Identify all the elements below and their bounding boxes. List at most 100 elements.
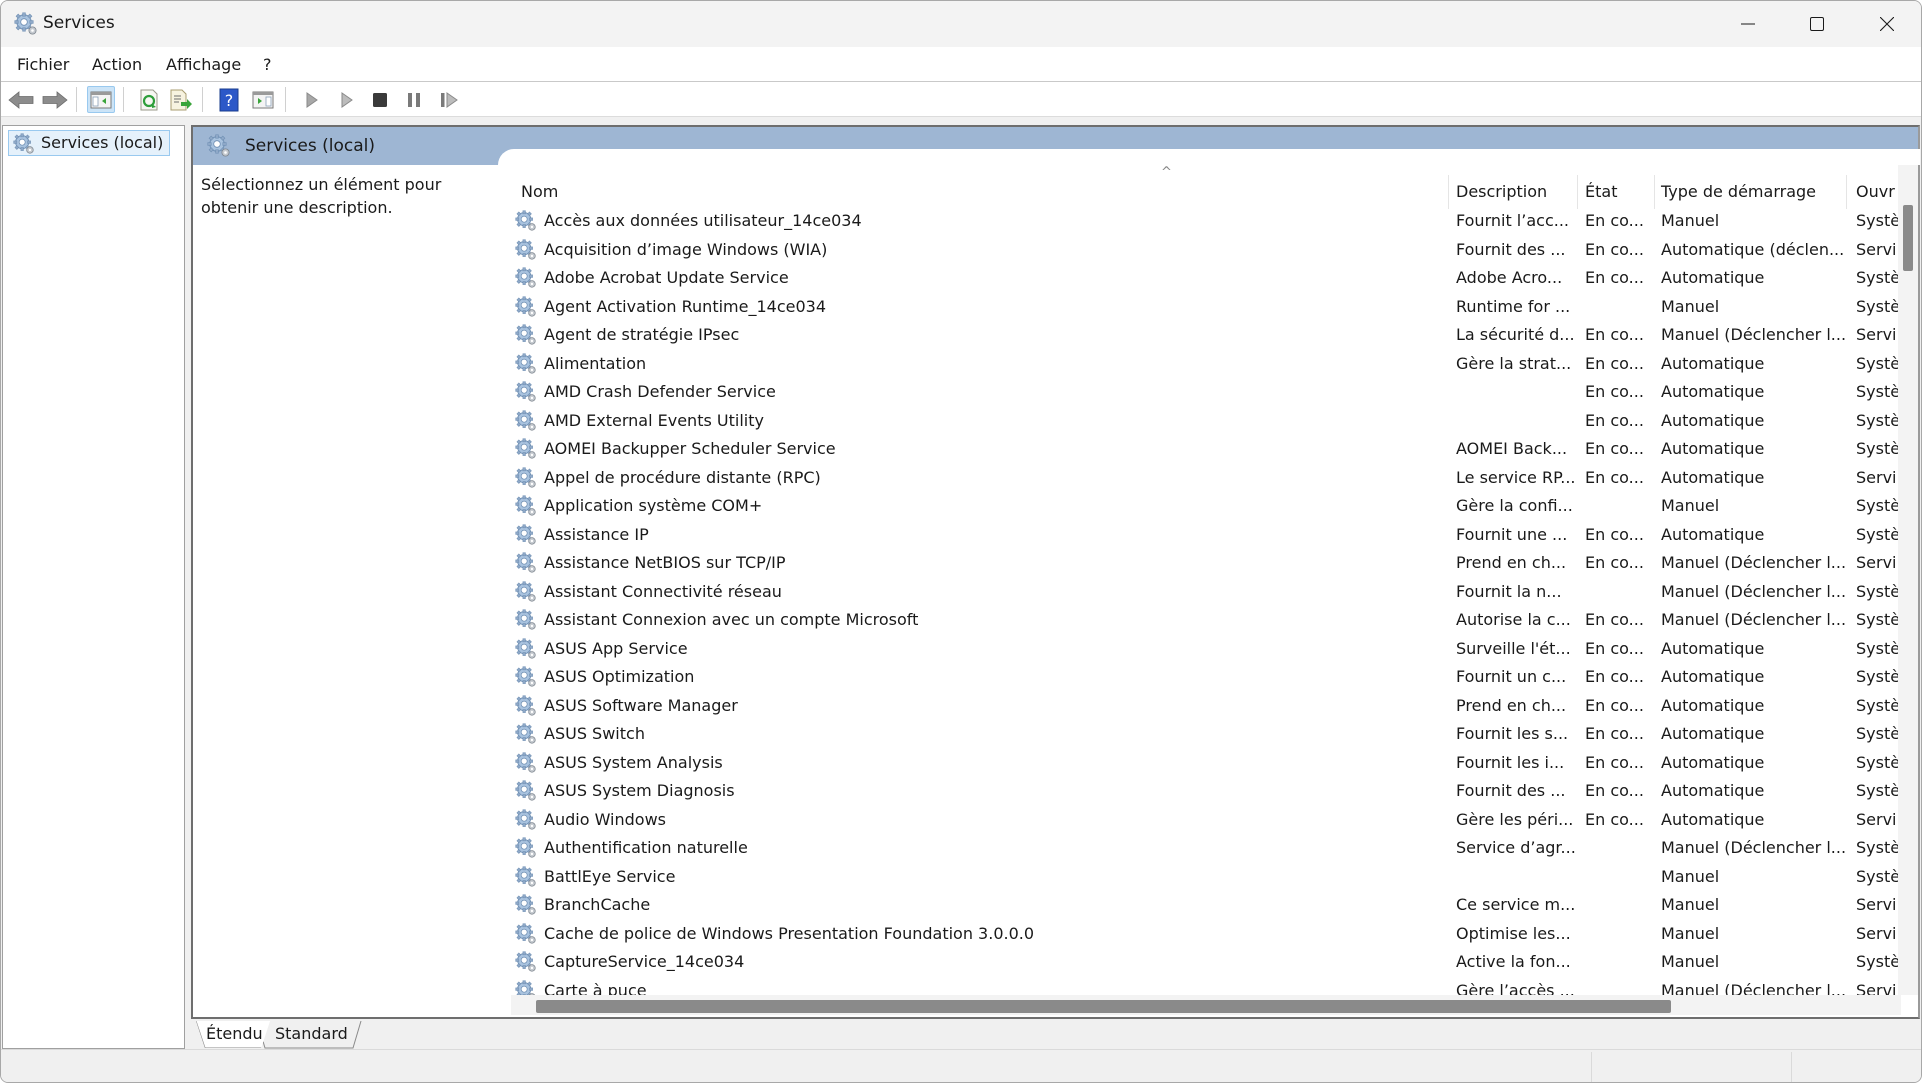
service-startup-type: Automatique [1661, 724, 1765, 743]
service-startup-type: Manuel (Déclencher l... [1661, 610, 1846, 629]
vertical-scroll-thumb[interactable] [1903, 205, 1913, 271]
service-name: Assistance IP [544, 524, 649, 544]
service-startup-type: Automatique [1661, 268, 1765, 287]
service-gear-icon [515, 410, 537, 432]
service-row[interactable]: ASUS Software Manager Prend en ch... En co… [511, 692, 1901, 721]
menu-help[interactable]: ? [263, 55, 272, 74]
start-service-alt-button[interactable] [333, 86, 361, 113]
service-gear-icon [515, 438, 537, 460]
service-state: En co... [1585, 752, 1644, 772]
service-name: Alimentation [544, 353, 647, 373]
vertical-scrollbar[interactable] [1898, 165, 1918, 995]
service-row[interactable]: BattlEye Service Manuel Systè [511, 863, 1901, 892]
start-service-button[interactable] [298, 86, 326, 113]
service-row[interactable]: Agent Activation Runtime_14ce034 Runtime … [511, 293, 1901, 322]
service-description: Gère la strat... [1456, 353, 1572, 373]
service-row[interactable]: Agent de stratégie IPsec La sécurité d...… [511, 321, 1901, 350]
description-area: Sélectionnez un élément pour obtenir une… [201, 175, 442, 217]
service-row[interactable]: Assistant Connexion avec un compte Micro… [511, 606, 1901, 635]
service-row[interactable]: Acquisition d’image Windows (WIA) Fournit… [511, 236, 1901, 265]
tree-item-services-local[interactable]: Services (local) [8, 130, 171, 156]
service-gear-icon [515, 581, 537, 603]
minimize-icon [1741, 23, 1755, 25]
service-row[interactable]: Cache de police de Windows Presentation … [511, 920, 1901, 949]
service-row[interactable]: Assistance NetBIOS sur TCP/IP Prend en ch… [511, 549, 1901, 578]
service-startup-type: Manuel [1661, 296, 1720, 316]
menu-affichage[interactable]: Affichage [166, 55, 241, 74]
service-logon-as: Systè [1856, 752, 1898, 772]
console-tree-button[interactable] [87, 86, 115, 113]
service-startup-type: Manuel [1661, 866, 1720, 886]
service-row[interactable]: Appel de procédure distante (RPC) Le serv… [511, 464, 1901, 493]
service-startup-type: Manuel (Déclencher l... [1661, 553, 1846, 572]
restart-icon [441, 91, 458, 108]
service-row[interactable]: Assistance IP Fournit une ... En co... Auto… [511, 521, 1901, 550]
service-row[interactable]: CaptureService_14ce034 Active la fon... Ma… [511, 948, 1901, 977]
tab-etendu[interactable]: Étendu [196, 1021, 270, 1048]
stop-service-button[interactable] [366, 86, 394, 113]
action-pane-button[interactable] [249, 86, 277, 113]
console-tree-icon [90, 91, 112, 108]
service-logon-as: Systè [1856, 496, 1898, 515]
service-row[interactable]: Authentification naturelle Service d’agr.… [511, 834, 1901, 863]
service-row[interactable]: Carte à puce Gère l’accès ... Manuel (Décl… [511, 977, 1901, 996]
maximize-button[interactable] [1782, 1, 1852, 47]
service-state: En co... [1585, 410, 1644, 430]
column-header-etat[interactable]: État [1585, 177, 1617, 207]
tab-standard[interactable]: Standard [257, 1021, 362, 1049]
svg-text:?: ? [225, 91, 234, 110]
close-icon [1880, 17, 1894, 31]
service-row[interactable]: ASUS Optimization Fournit un c... En co...… [511, 663, 1901, 692]
service-startup-type: Manuel [1661, 952, 1720, 971]
service-name: AOMEI Backupper Scheduler Service [544, 439, 836, 458]
menu-fichier[interactable]: Fichier [17, 55, 69, 74]
service-row[interactable]: Accès aux données utilisateur_14ce034 Fou… [511, 207, 1901, 236]
service-gear-icon [515, 210, 537, 232]
service-row[interactable]: BranchCache Ce service m... Manuel Servi [511, 891, 1901, 920]
column-header-description[interactable]: Description [1456, 177, 1547, 207]
service-name: AMD External Events Utility [544, 410, 764, 430]
minimize-button[interactable] [1713, 1, 1783, 47]
column-header-nom[interactable]: Nom [521, 177, 558, 207]
service-logon-as: Servi [1856, 553, 1897, 572]
service-row[interactable]: Audio Windows Gère les péri... En co... Aut… [511, 806, 1901, 835]
service-logon-as: Servi [1856, 980, 1897, 996]
service-row[interactable]: ASUS System Diagnosis Fournit des ... En c… [511, 777, 1901, 806]
service-row[interactable]: ASUS App Service Surveille l'ét... En co..… [511, 635, 1901, 664]
status-bar [1, 1049, 1921, 1082]
help-button[interactable]: ? [215, 86, 243, 113]
menu-action[interactable]: Action [92, 55, 142, 74]
service-name: Application système COM+ [544, 496, 763, 515]
column-header-ouvrir-session[interactable]: Ouvr [1856, 177, 1895, 207]
service-logon-as: Systè [1856, 410, 1898, 430]
service-logon-as: Systè [1856, 695, 1898, 715]
export-list-button[interactable] [167, 86, 195, 113]
service-row[interactable]: ASUS System Analysis Fournit les i... En c… [511, 749, 1901, 778]
toolbar-separator [285, 87, 286, 112]
service-row[interactable]: AOMEI Backupper Scheduler Service AOMEI B… [511, 435, 1901, 464]
restart-service-button[interactable] [435, 86, 463, 113]
forward-button[interactable] [41, 86, 69, 113]
service-row[interactable]: Adobe Acrobat Update Service Adobe Acro..… [511, 264, 1901, 293]
service-description: AOMEI Back... [1456, 439, 1568, 458]
pause-service-button[interactable] [400, 86, 428, 113]
column-separator [1448, 175, 1449, 209]
column-separator [1654, 175, 1655, 209]
service-row[interactable]: AMD External Events Utility En co... Autom… [511, 407, 1901, 436]
service-row[interactable]: Assistant Connectivité réseau Fournit la … [511, 578, 1901, 607]
service-gear-icon [515, 894, 537, 916]
service-row[interactable]: Alimentation Gère la strat... En co... Auto… [511, 350, 1901, 379]
service-gear-icon [515, 296, 537, 318]
service-row[interactable]: ASUS Switch Fournit les s... En co... Autom… [511, 720, 1901, 749]
back-button[interactable] [7, 86, 35, 113]
horizontal-scrollbar[interactable] [511, 995, 1901, 1015]
service-row[interactable]: AMD Crash Defender Service En co... Automa… [511, 378, 1901, 407]
status-separator [1791, 1052, 1792, 1082]
refresh-button[interactable] [135, 86, 163, 113]
service-row[interactable]: Application système COM+ Gère la confi...… [511, 492, 1901, 521]
horizontal-scroll-thumb[interactable] [536, 1000, 1671, 1013]
column-header-type-demarrage[interactable]: Type de démarrage [1661, 177, 1816, 207]
service-startup-type: Automatique [1661, 439, 1765, 458]
close-button[interactable] [1852, 1, 1921, 47]
pause-icon [408, 92, 420, 107]
